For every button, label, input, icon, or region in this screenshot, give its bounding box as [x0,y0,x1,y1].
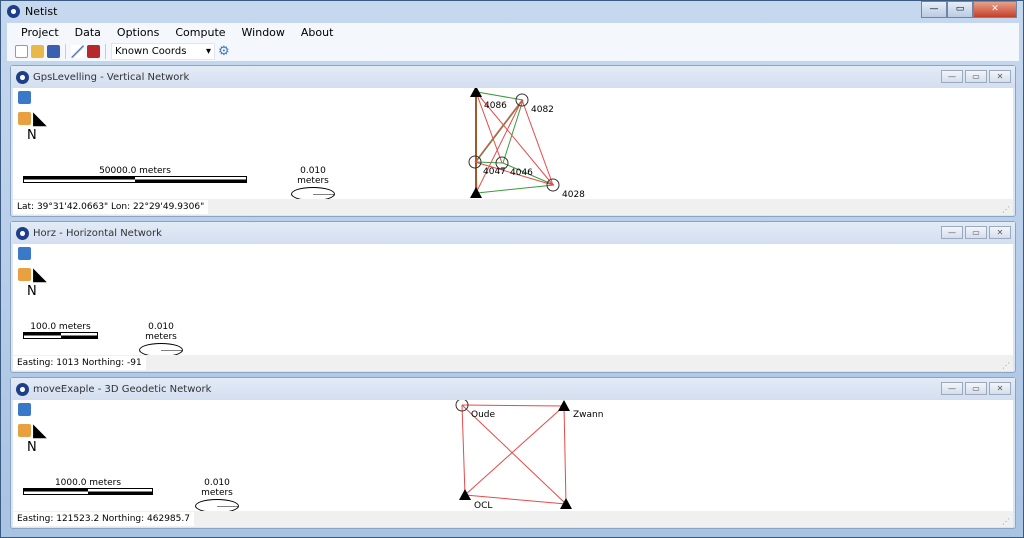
netist-logo-icon [7,5,20,18]
netist-logo-icon [16,70,29,84]
separator [105,44,106,59]
minimize-button[interactable]: — [921,1,947,18]
menu-project[interactable]: Project [13,26,67,39]
network-canvas[interactable]: ◣ N 1000.0 meters 0.010 meters Oude Zwann… [13,400,1013,511]
window-titlebar: moveExaple - 3D Geodetic Network — ▭ ✕ [11,378,1015,400]
maximize-button[interactable]: ▭ [965,70,987,83]
minimize-button[interactable]: — [941,382,963,395]
window-titlebar: Horz - Horizontal Network — ▭ ✕ [11,222,1015,244]
station-label: OCL [474,501,492,511]
close-button[interactable]: ✕ [989,70,1011,83]
status-bar: Easting: 121523.2 Northing: 462985.7 ⋰ [13,511,1013,527]
minimize-button[interactable]: — [941,70,963,83]
open-folder-icon[interactable] [31,45,44,58]
separator [65,44,66,59]
resize-grip[interactable]: ⋰ [1002,517,1010,526]
resize-grip[interactable]: ⋰ [1002,361,1010,370]
status-bar: Lat: 39°31'42.0663" Lon: 22°29'49.9306" ⋰ [13,199,1013,215]
maximize-button[interactable]: ▭ [965,382,987,395]
network-plot: Oude Zwann OCL [455,400,603,511]
status-bar: Easting: 1013 Northing: -91 ⋰ [13,355,1013,371]
menu-about[interactable]: About [293,26,342,39]
netist-logo-icon [16,382,29,396]
new-file-icon[interactable] [15,45,28,58]
network-window: moveExaple - 3D Geodetic Network — ▭ ✕ ◣ N… [10,377,1016,529]
coordinate-readout: Easting: 121523.2 Northing: 462985.7 [13,512,194,526]
network-window: GpsLevelling - Vertical Network — ▭ ✕ ◣ N … [10,65,1016,217]
menu-compute[interactable]: Compute [167,26,233,39]
menu-bar: Project Data Options Compute Window Abou… [7,23,1019,42]
netist-logo-icon [16,226,29,240]
observation-line [461,404,565,407]
station-label: Oude [471,410,496,420]
maximize-button[interactable]: ▭ [947,1,973,18]
gear-icon[interactable]: ⚙ [218,44,230,59]
close-button[interactable]: ✕ [973,1,1017,18]
observation-line [475,161,504,164]
station-label: 4082 [531,105,554,115]
chevron-down-icon: ▾ [205,46,211,57]
network-window: Horz - Horizontal Network — ▭ ✕ ◣ N 100.0 … [10,221,1016,373]
observation-line [476,184,555,194]
network-plot [13,244,1013,355]
app-title: Netist [25,5,58,18]
coordinate-readout: Easting: 1013 Northing: -91 [13,356,146,370]
mode-select-value: Known Coords [115,46,187,57]
menu-options[interactable]: Options [109,26,167,39]
close-button[interactable]: ✕ [989,382,1011,395]
window-title: GpsLevelling - Vertical Network [33,71,190,83]
coordinate-readout: Lat: 39°31'42.0663" Lon: 22°29'49.9306" [13,200,209,214]
observation-line [563,405,567,505]
maximize-button[interactable]: ▭ [965,226,987,239]
observation-line [475,99,523,194]
toolbox-icon[interactable] [87,45,100,58]
window-title: Horz - Horizontal Network [33,227,162,239]
station-label: Zwann [573,410,603,420]
toolbar: Known Coords ▾ ⚙ [7,42,1019,61]
app-titlebar: Netist — ▭ ✕ [1,1,1023,22]
network-canvas[interactable]: ◣ N 50000.0 meters 0.010 meters 4086 4082… [13,88,1013,199]
observation-line [461,404,466,496]
close-button[interactable]: ✕ [989,226,1011,239]
station-label: 4086 [484,101,507,111]
window-titlebar: GpsLevelling - Vertical Network — ▭ ✕ [11,66,1015,88]
menu-data[interactable]: Data [67,26,109,39]
menu-window[interactable]: Window [234,26,293,39]
minimize-button[interactable]: — [941,226,963,239]
save-icon[interactable] [47,45,60,58]
draw-icon[interactable] [71,45,84,58]
station-label: 4046 [510,168,533,178]
network-plot: 4086 40824047 40464028 [468,88,585,199]
station-label: 4028 [562,190,585,199]
network-canvas[interactable]: ◣ N 100.0 meters 0.010 meters [13,244,1013,355]
window-title: moveExaple - 3D Geodetic Network [33,383,212,395]
mode-select[interactable]: Known Coords ▾ [111,43,215,60]
resize-grip[interactable]: ⋰ [1002,205,1010,214]
